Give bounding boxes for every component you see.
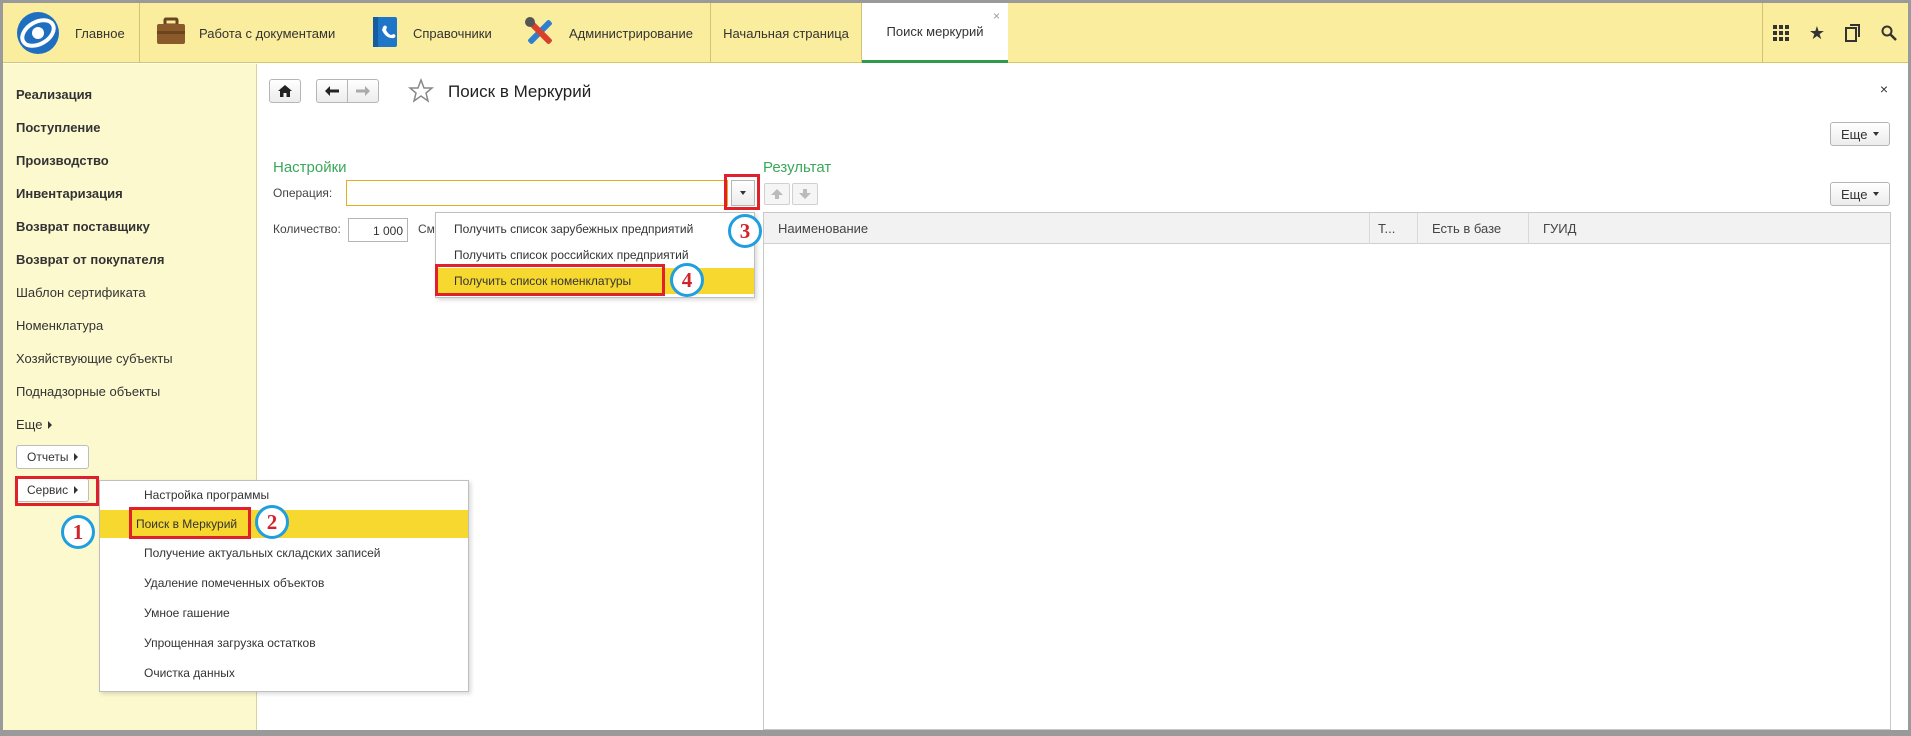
- sidebar-item-sales[interactable]: Реализация: [16, 87, 92, 102]
- arrow-right-icon: [356, 86, 370, 96]
- search-icon[interactable]: [1877, 21, 1901, 45]
- reports-button-label: Отчеты: [27, 450, 69, 464]
- history-icon[interactable]: [1841, 21, 1865, 45]
- top-panel: Главное Работа с документами Справочники…: [3, 3, 1908, 63]
- grid-menu-icon[interactable]: [1769, 21, 1793, 45]
- menu-item-delete-marked[interactable]: Удаление помеченных объектов: [100, 569, 468, 597]
- chevron-right-icon: [74, 453, 79, 461]
- tab-mercury-search[interactable]: Поиск меркурий ×: [862, 3, 1008, 63]
- sidebar-item-nomenclature[interactable]: Номенклатура: [16, 318, 103, 333]
- column-header-in-base[interactable]: Есть в базе: [1418, 213, 1529, 244]
- annotation-box-dropdown: [724, 174, 760, 210]
- result-more-label: Еще: [1841, 186, 1868, 202]
- home-icon: [278, 85, 292, 97]
- menu-item-clear-data[interactable]: Очистка данных: [100, 659, 468, 687]
- table-header: Наименование Т... Есть в базе ГУИД: [764, 213, 1890, 244]
- tools-icon: [523, 15, 557, 52]
- section-main[interactable]: Главное: [75, 3, 125, 63]
- page-title: Поиск в Меркурий: [448, 82, 592, 101]
- step-marker-2: 2: [255, 505, 289, 539]
- divider: [139, 3, 140, 63]
- column-header-name[interactable]: Наименование: [764, 213, 1370, 244]
- section-documents-label: Работа с документами: [199, 25, 336, 41]
- column-header-guid[interactable]: ГУИД: [1529, 213, 1890, 244]
- app-window: Главное Работа с документами Справочники…: [3, 3, 1908, 730]
- menu-item-smart-repayment[interactable]: Умное гашение: [100, 599, 468, 627]
- sidebar-item-supervised-objects[interactable]: Поднадзорные объекты: [16, 384, 160, 399]
- divider: [1762, 3, 1763, 63]
- tab-mercury-search-label: Поиск меркурий: [886, 24, 984, 39]
- back-button[interactable]: [316, 79, 348, 103]
- sidebar-item-return-to-supplier[interactable]: Возврат поставщику: [16, 219, 150, 234]
- form-more-button[interactable]: Еще: [1830, 122, 1891, 146]
- column-header-type[interactable]: Т...: [1370, 213, 1418, 244]
- section-documents[interactable]: Работа с документами: [155, 3, 335, 63]
- step-marker-3: 3: [728, 214, 762, 248]
- section-references[interactable]: Справочники: [369, 3, 492, 63]
- tab-start-page-label: Начальная страница: [723, 25, 849, 41]
- option-foreign-enterprises[interactable]: Получить список зарубежных предприятий: [436, 216, 754, 242]
- operation-label: Операция:: [273, 186, 333, 200]
- sidebar-item-return-from-customer[interactable]: Возврат от покупателя: [16, 252, 164, 267]
- annotation-box-service: [15, 476, 99, 506]
- sidebar-item-receipts[interactable]: Поступление: [16, 120, 101, 135]
- favorites-star-icon[interactable]: ★: [1805, 21, 1829, 45]
- favorite-star-icon[interactable]: [407, 77, 435, 104]
- arrow-up-icon: [771, 189, 783, 199]
- tab-start-page[interactable]: Начальная страница: [711, 3, 861, 63]
- move-down-button[interactable]: [792, 183, 818, 205]
- menu-item-simplified-loading[interactable]: Упрощенная загрузка остатков: [100, 629, 468, 657]
- annotation-box-mercury-search: [129, 507, 251, 539]
- operation-field[interactable]: [346, 180, 728, 206]
- form-more-label: Еще: [1841, 126, 1868, 142]
- home-button[interactable]: [269, 79, 301, 103]
- step-marker-4: 4: [670, 263, 704, 297]
- section-references-label: Справочники: [413, 25, 492, 41]
- result-table[interactable]: Наименование Т... Есть в базе ГУИД: [763, 212, 1891, 730]
- result-more-button[interactable]: Еще: [1830, 182, 1891, 206]
- menu-item-warehouse-records[interactable]: Получение актуальных складских записей: [100, 539, 468, 567]
- sidebar-item-production[interactable]: Производство: [16, 153, 109, 168]
- forward-button[interactable]: [347, 79, 379, 103]
- menu-item-program-settings[interactable]: Настройка программы: [100, 481, 468, 509]
- move-up-button[interactable]: [764, 183, 790, 205]
- settings-title: Настройки: [273, 159, 347, 176]
- chevron-right-icon: [48, 421, 53, 429]
- section-administration[interactable]: Администрирование: [523, 3, 693, 63]
- phonebook-icon: [369, 15, 401, 52]
- sidebar-item-inventory[interactable]: Инвентаризация: [16, 186, 123, 201]
- briefcase-icon: [155, 17, 187, 50]
- offset-label: См: [418, 222, 435, 236]
- logo-icon[interactable]: [13, 9, 63, 57]
- section-administration-label: Администрирование: [569, 25, 693, 41]
- arrow-left-icon: [325, 86, 339, 96]
- tab-close-icon[interactable]: ×: [993, 9, 1000, 23]
- chevron-down-icon: [1873, 132, 1880, 136]
- quantity-label: Количество:: [273, 222, 341, 236]
- sidebar-item-more[interactable]: Еще: [16, 417, 53, 432]
- section-main-label: Главное: [75, 25, 125, 41]
- sidebar-item-certificate-template[interactable]: Шаблон сертификата: [16, 285, 146, 300]
- result-title: Результат: [763, 159, 832, 176]
- close-form-icon[interactable]: ×: [1880, 81, 1888, 97]
- sidebar-item-more-label: Еще: [16, 417, 43, 432]
- step-marker-1: 1: [61, 515, 95, 549]
- reports-button[interactable]: Отчеты: [16, 445, 90, 469]
- sidebar-item-business-entities[interactable]: Хозяйствующие субъекты: [16, 351, 173, 366]
- quantity-field[interactable]: 1 000: [348, 218, 408, 242]
- chevron-down-icon: [1873, 192, 1880, 196]
- arrow-down-icon: [799, 189, 811, 199]
- annotation-box-nomenclature: [435, 264, 665, 296]
